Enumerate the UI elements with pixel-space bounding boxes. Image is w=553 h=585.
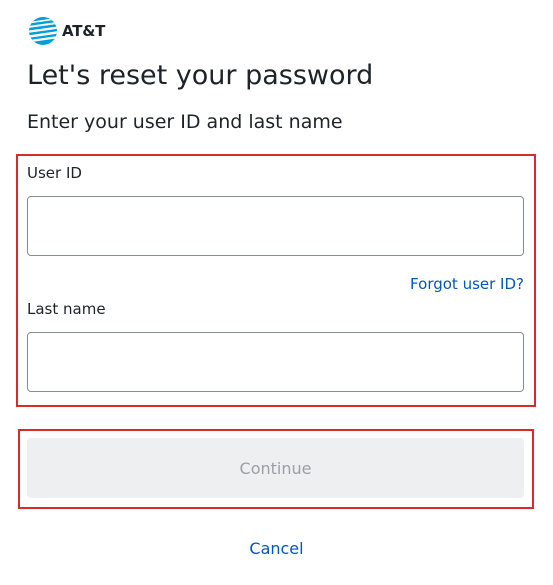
continue-button[interactable]: Continue — [27, 438, 524, 498]
forgot-user-id-link[interactable]: Forgot user ID? — [410, 275, 524, 293]
att-globe-icon — [29, 17, 57, 45]
user-id-input[interactable] — [27, 196, 524, 256]
last-name-label: Last name — [27, 300, 106, 318]
page-subtitle: Enter your user ID and last name — [27, 111, 343, 133]
logo-text: AT&T — [62, 22, 106, 40]
last-name-input[interactable] — [27, 332, 524, 392]
cancel-link[interactable]: Cancel — [0, 539, 553, 558]
att-logo: AT&T — [28, 15, 105, 47]
user-id-label: User ID — [27, 164, 82, 182]
page-title: Let's reset your password — [27, 60, 374, 91]
